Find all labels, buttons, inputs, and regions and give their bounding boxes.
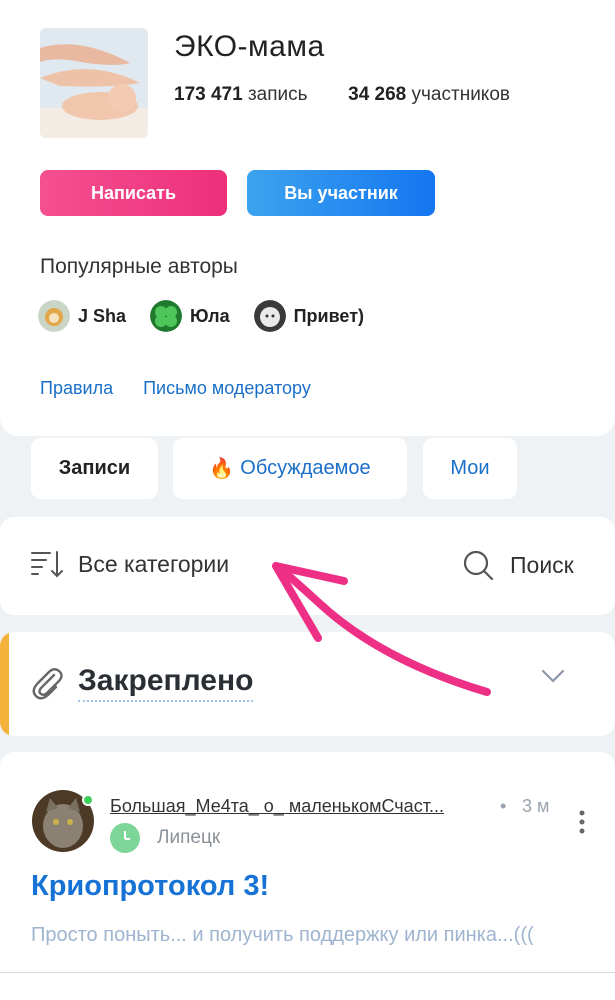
tab-mine[interactable]: Мои bbox=[423, 438, 517, 499]
post-time: 3 м bbox=[522, 796, 550, 816]
categories-filter[interactable]: Все категории bbox=[30, 549, 229, 579]
author-name: Юла bbox=[190, 305, 230, 326]
post-card[interactable]: Большая_Ме4та_ о_ маленькомСчаст... • 3 … bbox=[0, 752, 615, 1000]
pinned-title: Закреплено bbox=[78, 664, 254, 702]
members-label: участников bbox=[411, 84, 510, 105]
sort-icon bbox=[31, 551, 63, 578]
tab-discussed-label: Обсуждаемое bbox=[240, 457, 371, 479]
popular-authors-label: Популярные авторы bbox=[40, 255, 238, 278]
author-name: J Sha bbox=[78, 305, 127, 326]
community-links: Правила Письмо модератору bbox=[40, 378, 341, 399]
online-indicator bbox=[82, 794, 94, 806]
member-button[interactable]: Вы участник bbox=[247, 170, 435, 216]
pinned-stripe bbox=[0, 632, 9, 736]
separator-dot: • bbox=[500, 796, 507, 816]
search-label: Поиск bbox=[510, 551, 574, 578]
author-item[interactable]: Юла bbox=[150, 300, 230, 332]
author-avatar bbox=[150, 300, 183, 332]
pinned-section[interactable]: Закреплено bbox=[0, 632, 615, 736]
post-title[interactable]: Криопротокол 3! bbox=[31, 870, 269, 903]
community-title: ЭКО-мама bbox=[174, 30, 325, 63]
tab-discussed[interactable]: 🔥 Обсуждаемое bbox=[173, 438, 407, 499]
author-avatar bbox=[253, 300, 286, 332]
moderator-link[interactable]: Письмо модератору bbox=[143, 378, 311, 399]
search-button[interactable]: Поиск bbox=[462, 549, 574, 581]
clock-icon bbox=[110, 823, 140, 853]
divider bbox=[0, 972, 615, 973]
search-icon bbox=[463, 550, 494, 581]
community-stats: 173 471 запись 34 268 участников bbox=[174, 84, 510, 106]
more-options-icon[interactable] bbox=[579, 810, 585, 834]
author-item[interactable]: J Sha bbox=[38, 300, 126, 332]
author-item[interactable]: Привет) bbox=[253, 300, 365, 332]
fire-icon: 🔥 bbox=[209, 458, 235, 480]
rules-link[interactable]: Правила bbox=[40, 378, 113, 399]
posts-label: запись bbox=[247, 84, 308, 105]
posts-count: 173 471 bbox=[174, 84, 243, 105]
post-author-name[interactable]: Большая_Ме4та_ о_ маленькомСчаст... bbox=[110, 796, 444, 817]
community-header: ЭКО-мама 173 471 запись 34 268 участнико… bbox=[0, 0, 615, 436]
filter-bar: Все категории Поиск bbox=[0, 517, 615, 615]
author-avatar bbox=[38, 300, 70, 332]
write-button[interactable]: Написать bbox=[40, 170, 227, 216]
community-avatar[interactable] bbox=[40, 28, 148, 138]
popular-authors-list: J Sha Юла Привет) bbox=[38, 300, 388, 332]
paperclip-icon bbox=[32, 668, 63, 700]
chevron-down-icon[interactable] bbox=[541, 668, 565, 684]
categories-label: Все категории bbox=[78, 550, 230, 577]
post-excerpt[interactable]: Просто поныть... и получить поддержку ил… bbox=[31, 924, 534, 947]
post-city: Липецк bbox=[157, 827, 221, 848]
author-name: Привет) bbox=[293, 305, 365, 326]
members-count: 34 268 bbox=[348, 84, 407, 105]
tab-posts[interactable]: Записи bbox=[31, 438, 158, 499]
